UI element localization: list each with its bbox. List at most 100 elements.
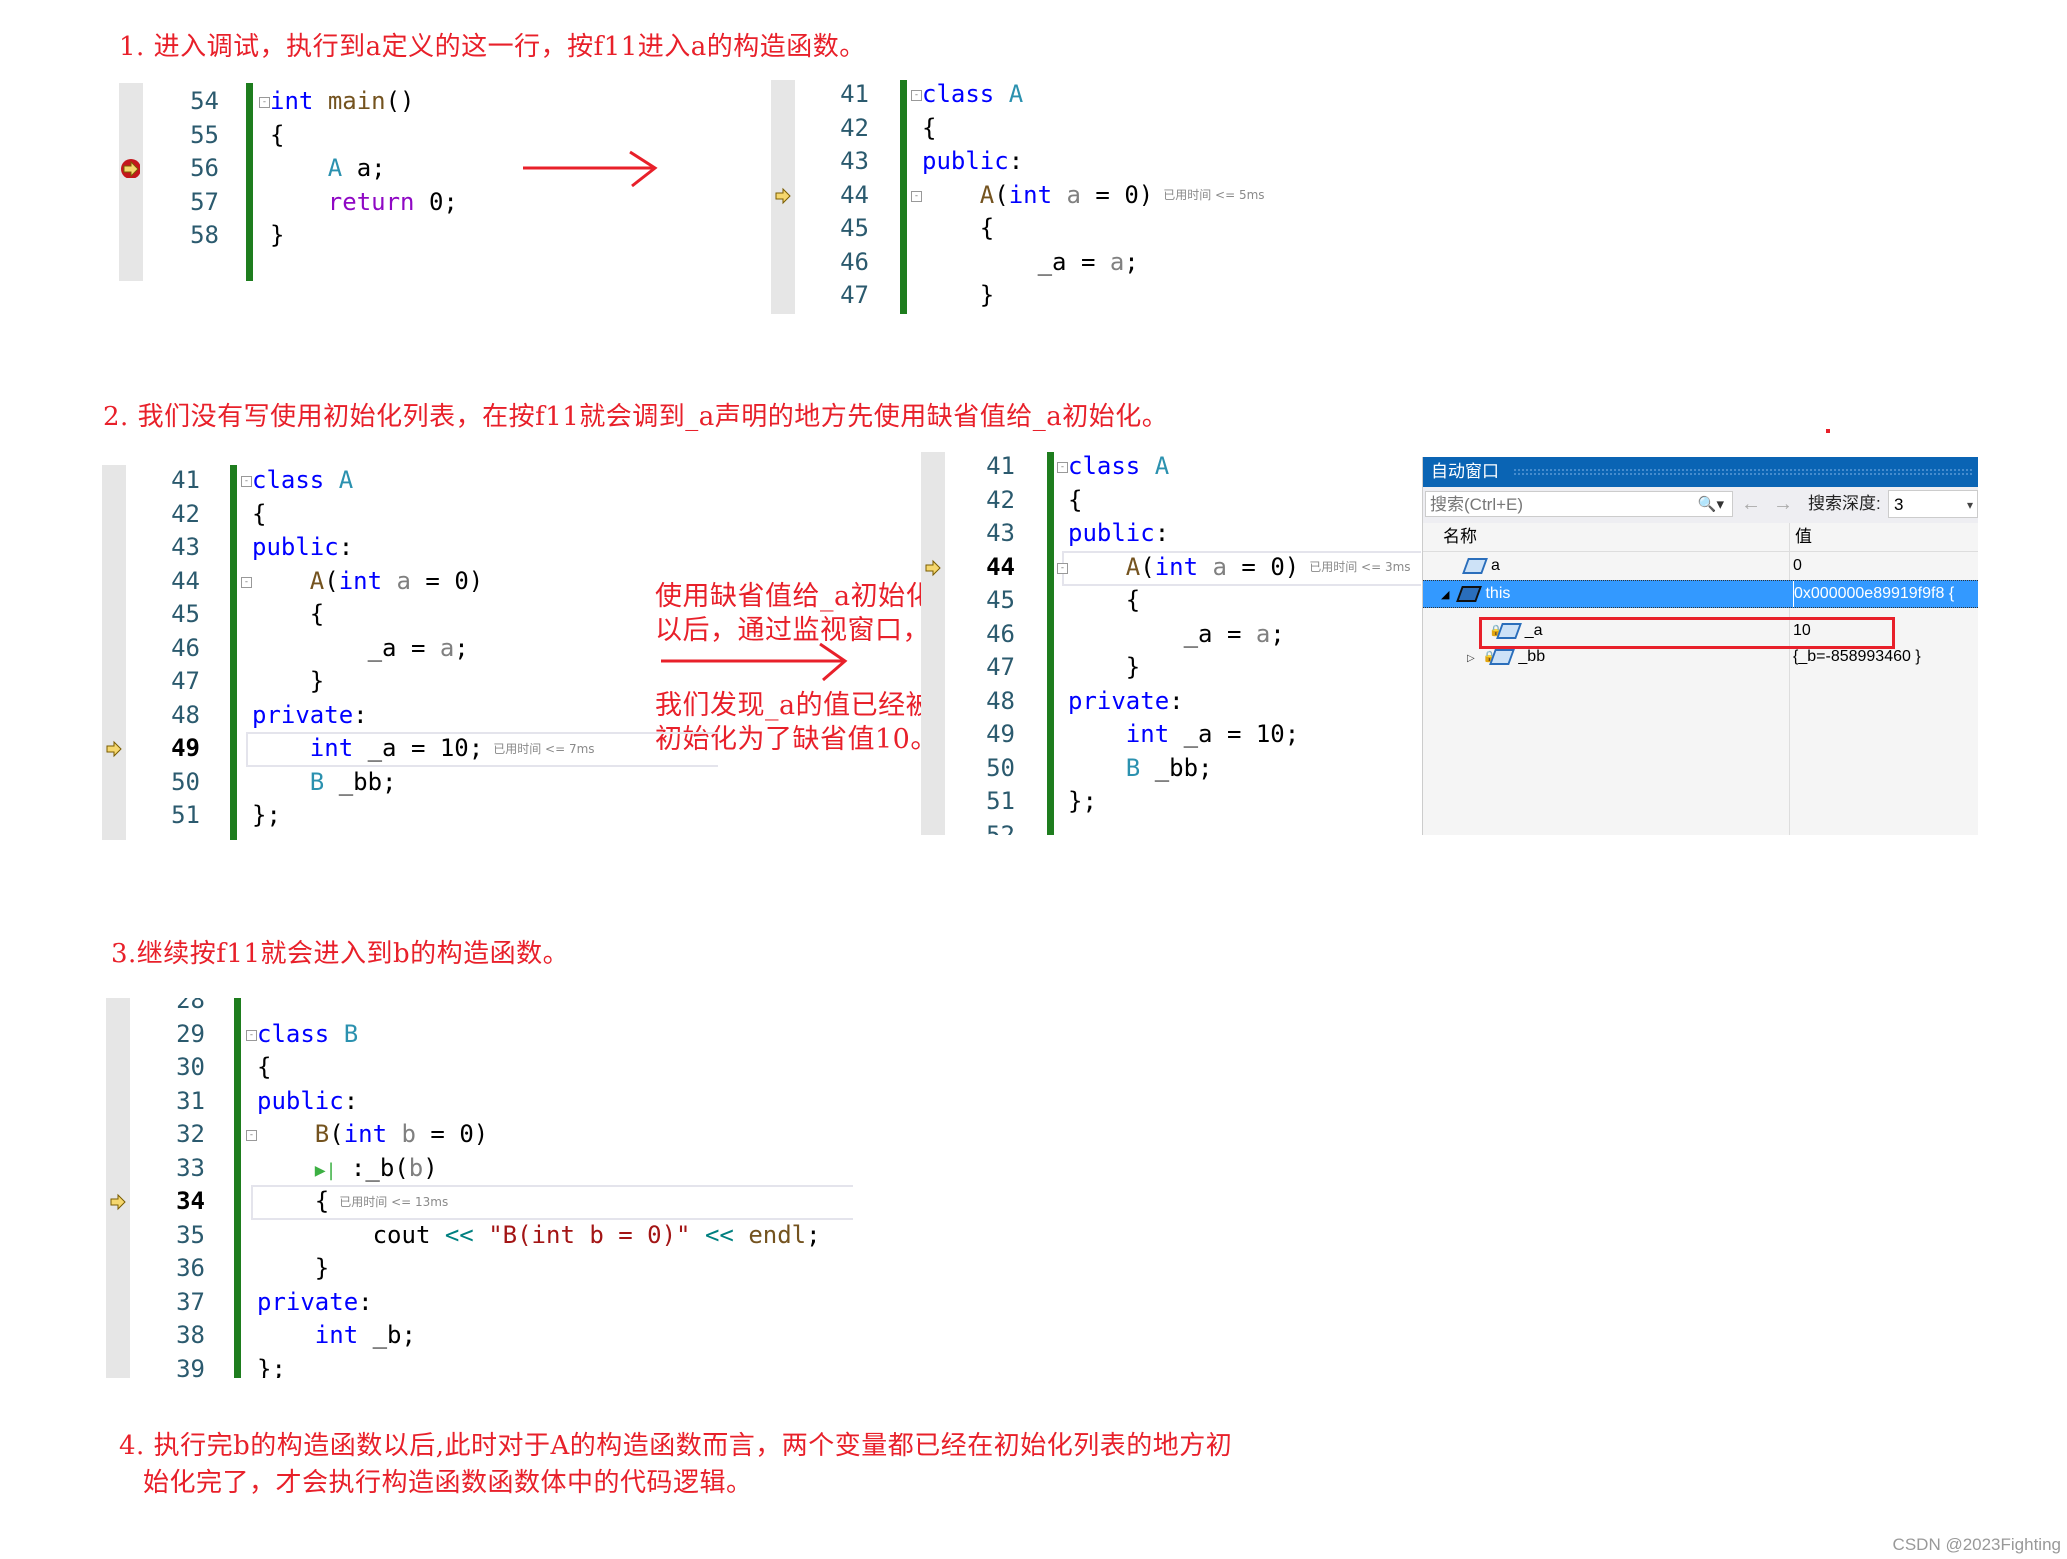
collapse-toggle-icon[interactable]: - (259, 97, 270, 108)
code-line[interactable]: 48 private: (102, 699, 732, 732)
code-line[interactable]: 44 - A(int a = 0) 已用时间 <= 3ms (921, 551, 1421, 584)
code-line[interactable]: 42 { (771, 112, 1291, 145)
column-name[interactable]: 名称 (1443, 523, 1477, 551)
code-line[interactable]: 42 { (921, 484, 1421, 517)
autos-title-bar[interactable]: 自动窗口 (1423, 457, 1978, 487)
code-token: ; (1270, 619, 1285, 648)
current-statement-arrow-icon[interactable] (772, 185, 792, 205)
collapse-toggle-icon[interactable]: - (241, 576, 252, 588)
code-text: cout << "B(int b = 0)" << endl; (257, 1219, 821, 1252)
code-line[interactable]: 46 _a = a; (102, 632, 732, 665)
code-line[interactable]: 55 { (119, 119, 419, 152)
code-line[interactable]: 47 } (921, 651, 1421, 684)
current-statement-arrow-icon[interactable] (922, 557, 942, 577)
perf-tip[interactable]: 已用时间 <= 3ms (1309, 560, 1410, 574)
code-editor-main: 54- int main() 55{56 A a; 57 return 0; 58} (119, 83, 458, 281)
code-line[interactable]: 34 {已用时间 <= 13ms (106, 1185, 866, 1218)
collapse-toggle-icon[interactable]: - (246, 1130, 257, 1141)
step-into-icon[interactable]: ▶| (315, 1160, 337, 1181)
code-line[interactable]: 43 public: (102, 531, 732, 564)
forward-arrow-icon[interactable]: → (1773, 491, 1793, 517)
expand-triangle-icon[interactable]: ▷ (1467, 653, 1475, 664)
collapse-toggle-icon[interactable]: - (911, 190, 922, 202)
code-token: } (270, 221, 285, 249)
collapse-toggle-icon[interactable]: - (246, 1029, 257, 1041)
collapse-toggle-icon[interactable]: - (1057, 462, 1068, 473)
code-line[interactable]: 37 private: (106, 1286, 866, 1319)
code-line[interactable]: 48 private: (921, 685, 1421, 718)
autos-row-this[interactable]: ◢ this 0x000000e89919f9f8 { (1423, 580, 1978, 608)
code-token: A (1154, 452, 1170, 480)
step4-note-line1: 4. 执行完b的构造函数以后,此时对于A的构造函数而言，两个变量都已经在初始化列… (119, 1431, 1233, 1461)
code-line[interactable]: 51}; (102, 799, 732, 832)
code-line[interactable]: 54 - int main() (119, 85, 419, 118)
perf-tip[interactable]: 已用时间 <= 7ms (493, 742, 594, 756)
code-text: _a = a; (922, 246, 1139, 279)
perf-tip[interactable]: 已用时间 <= 13ms (339, 1195, 448, 1209)
code-line[interactable]: 29 - class B (106, 1018, 866, 1051)
code-line[interactable]: 50 B _bb; (921, 752, 1421, 785)
code-line[interactable]: 43 public: (921, 517, 1421, 550)
code-token: _b; (358, 1321, 416, 1349)
autos-row-a[interactable]: a 0 (1423, 553, 1978, 579)
code-line[interactable]: 56 A a; (119, 152, 419, 185)
current-statement-arrow-icon[interactable] (103, 738, 123, 758)
column-value[interactable]: 值 (1795, 523, 1812, 551)
collapse-triangle-icon[interactable]: ◢ (1441, 589, 1449, 601)
code-line[interactable]: 41 - class A (921, 452, 1421, 483)
code-line[interactable]: 32 - B(int b = 0) (106, 1118, 866, 1151)
code-line[interactable]: 49 int _a = 10; (921, 718, 1421, 751)
code-token: ) (423, 1153, 438, 1182)
code-line[interactable]: 31 public: (106, 1085, 866, 1118)
code-line[interactable]: 51}; (921, 785, 1421, 818)
code-line[interactable]: 45 { (771, 212, 1291, 245)
code-line[interactable]: 41 - class A (771, 78, 1291, 111)
current-statement-arrow-icon[interactable] (107, 1191, 127, 1211)
breakpoint-current-icon[interactable] (120, 158, 140, 178)
back-arrow-icon[interactable]: ← (1741, 491, 1761, 517)
code-token: ; (454, 633, 469, 662)
private-member-icon (1489, 649, 1516, 665)
code-line[interactable]: 44 - A(int a = 0) 已用时间 <= 5ms (771, 179, 1291, 212)
code-line[interactable]: 49 int _a = 10; 已用时间 <= 7ms (102, 732, 732, 765)
code-line[interactable]: 47 } (102, 665, 732, 698)
perf-tip[interactable]: 已用时间 <= 5ms (1163, 188, 1264, 202)
code-line[interactable]: 45 { (102, 598, 732, 631)
code-line[interactable]: 41 - class A (102, 464, 732, 497)
code-line[interactable]: 35 cout << "B(int b = 0)" << endl; (106, 1219, 866, 1252)
code-line[interactable]: 43 public: (771, 145, 1291, 178)
search-depth-select[interactable]: 3 ▾ (1888, 490, 1978, 518)
code-line[interactable]: 50 B _bb; (102, 766, 732, 799)
collapse-toggle-icon[interactable]: - (241, 476, 252, 487)
code-line[interactable]: 42 { (102, 498, 732, 531)
code-line[interactable]: 33 ▶| :_b(b) (106, 1152, 866, 1185)
search-placeholder: 搜索(Ctrl+E) (1430, 495, 1524, 514)
code-token: << (704, 1220, 734, 1249)
code-token: }; (257, 1354, 286, 1379)
code-line[interactable]: 52 (921, 819, 1421, 836)
autos-search-input[interactable]: 搜索(Ctrl+E) 🔍▾ (1425, 491, 1733, 517)
line-number: 49 (986, 720, 1015, 748)
code-token: int (314, 1321, 359, 1349)
code-line[interactable]: 47 } (771, 279, 1291, 312)
search-icon[interactable]: 🔍▾ (1698, 492, 1724, 518)
code-line[interactable]: 45 { (921, 584, 1421, 617)
code-line[interactable]: 57 return 0; (119, 186, 458, 219)
line-number: 51 (171, 801, 200, 829)
code-line[interactable]: 30 { (106, 1051, 866, 1084)
collapse-toggle-icon[interactable]: - (1057, 562, 1068, 574)
collapse-toggle-icon[interactable]: - (911, 90, 922, 101)
code-line[interactable]: 36 } (106, 1252, 866, 1285)
code-line[interactable]: 28 (106, 998, 866, 1017)
code-text: }; (257, 1353, 286, 1379)
code-line[interactable]: 46 _a = a; (771, 246, 1291, 279)
code-line[interactable]: 46 _a = a; (921, 618, 1421, 651)
code-line[interactable]: 39}; (106, 1353, 866, 1379)
code-line[interactable]: 38 int _b; (106, 1319, 866, 1352)
code-line[interactable]: 44 - A(int a = 0) (102, 565, 732, 598)
code-line[interactable]: 58} (119, 219, 419, 252)
code-token: _a = 10; (353, 734, 484, 762)
